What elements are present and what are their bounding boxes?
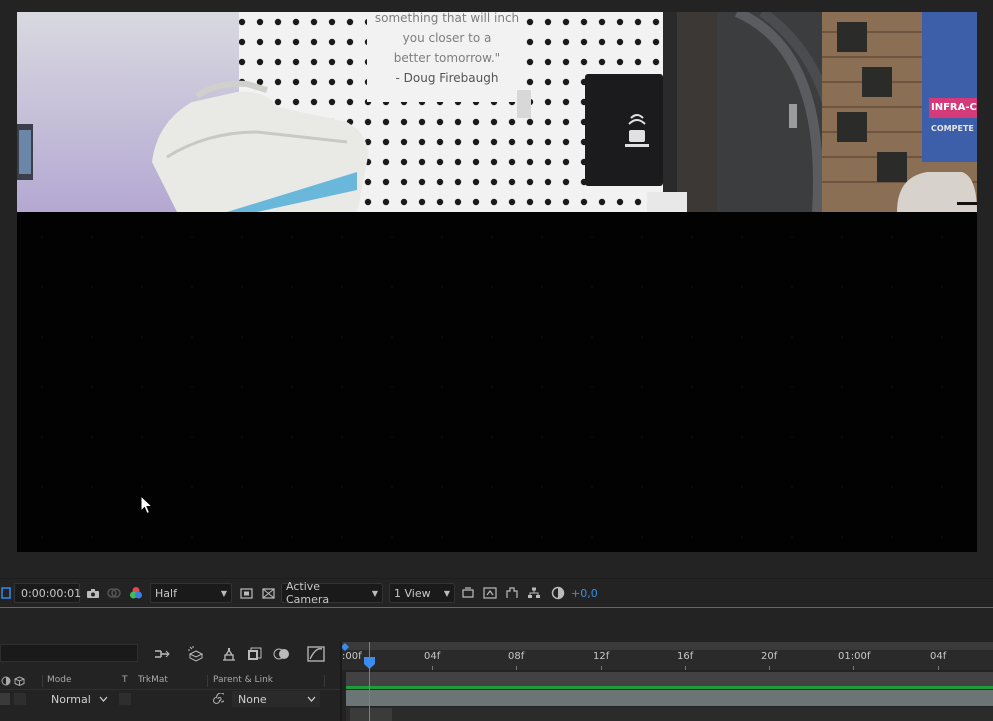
- view-layout-value: 1 View: [394, 586, 431, 600]
- ruler-label: 04f: [424, 651, 441, 662]
- composition-viewer[interactable]: something that will inch you closer to a…: [0, 0, 993, 578]
- ruler-tick: [853, 666, 854, 670]
- ruler-tick: [432, 666, 433, 670]
- panel-divider[interactable]: [340, 642, 342, 721]
- toggle-pixel-aspect-icon[interactable]: [459, 583, 477, 603]
- resolution-value: Half: [155, 586, 177, 600]
- blend-mode-value: Normal: [51, 692, 91, 706]
- layer-columns-header: Mode T TrkMat Parent & Link: [0, 673, 340, 690]
- snapshot-camera-icon[interactable]: [84, 583, 102, 603]
- chevron-down-icon: ▼: [443, 588, 450, 598]
- quote-author: - Doug Firebaugh: [395, 71, 499, 85]
- column-separator: [42, 675, 43, 687]
- flowchart-icon[interactable]: [525, 583, 543, 603]
- viewer-toolbar: 0:00:00:01 Half ▼ Active Camera ▼ 1 View…: [0, 579, 993, 608]
- solo-column-icon[interactable]: [1, 676, 11, 686]
- mouse-cursor-icon: [140, 495, 154, 515]
- ruler-tick: [601, 666, 602, 670]
- quote-line-1: something that will inch: [374, 12, 520, 25]
- 3d-layer-column-icon[interactable]: [14, 676, 25, 686]
- chevron-down-icon: ▼: [371, 588, 378, 598]
- work-area-bar[interactable]: [342, 642, 993, 650]
- render-cache-indicator: [346, 686, 993, 689]
- exposure-icon[interactable]: [549, 583, 567, 603]
- ruler-label: 12f: [593, 651, 610, 662]
- quote-text: something that will inch you closer to a…: [372, 12, 522, 88]
- exposure-value[interactable]: +0,0: [571, 583, 598, 603]
- mode-column-header[interactable]: Mode: [47, 675, 72, 685]
- draft-3d-icon[interactable]: [186, 644, 206, 664]
- empty-composition-area: [17, 212, 977, 552]
- resolution-dropdown[interactable]: Half ▼: [150, 583, 232, 603]
- current-time-field[interactable]: 0:00:00:01: [14, 583, 81, 603]
- current-time-indicator-line[interactable]: [369, 642, 370, 721]
- transparency-grid-icon[interactable]: [259, 583, 277, 603]
- chevron-down-icon: [99, 696, 108, 702]
- parent-value: None: [238, 692, 267, 706]
- layer-switch-box[interactable]: [0, 693, 10, 705]
- layer-switch-box[interactable]: [14, 693, 26, 705]
- footage-image: something that will inch you closer to a…: [17, 12, 977, 212]
- ruler-label: 08f: [508, 651, 525, 662]
- ruler-tick: [685, 666, 686, 670]
- preserve-transparency-checkbox[interactable]: [119, 693, 131, 705]
- timeline-panel: :00f 04f 08f 12f 16f 20f 01:00f 04f Mode…: [0, 608, 993, 721]
- show-snapshot-icon[interactable]: [105, 583, 123, 603]
- trkmat-column-header[interactable]: TrkMat: [138, 675, 168, 685]
- banner-subtext: COMPETE: [931, 124, 974, 133]
- parent-link-column-header[interactable]: Parent & Link: [213, 675, 273, 685]
- reset-exposure-icon[interactable]: [503, 583, 521, 603]
- chevron-down-icon: [307, 696, 316, 702]
- ruler-tick: [938, 666, 939, 670]
- current-time-indicator-icon[interactable]: [363, 656, 376, 670]
- ruler-label: :00f: [342, 651, 362, 662]
- column-separator: [207, 675, 208, 687]
- chevron-down-icon: ▼: [220, 588, 227, 598]
- work-area-start-icon[interactable]: [341, 643, 349, 651]
- composition-frame[interactable]: something that will inch you closer to a…: [17, 12, 977, 552]
- ruler-label: 04f: [930, 651, 947, 662]
- layer-row[interactable]: Normal None: [0, 690, 340, 708]
- graph-editor-icon[interactable]: [306, 644, 326, 664]
- layer-search-input[interactable]: [0, 644, 138, 662]
- column-separator: [324, 675, 325, 687]
- empty-track-area: [346, 707, 993, 721]
- blend-mode-dropdown[interactable]: Normal: [44, 691, 112, 707]
- frame-blending-icon[interactable]: [245, 644, 265, 664]
- ruler-label: 01:00f: [838, 651, 871, 662]
- layer-duration-bar[interactable]: [346, 690, 993, 706]
- 3d-draft-icon[interactable]: [481, 583, 499, 603]
- camera-view-value: Active Camera: [286, 580, 330, 606]
- composition-duration-bar: [346, 672, 993, 686]
- fast-previews-icon[interactable]: [237, 583, 255, 603]
- view-layout-dropdown[interactable]: 1 View ▼: [389, 583, 455, 603]
- hide-shy-layers-icon[interactable]: [219, 644, 239, 664]
- region-of-interest-icon[interactable]: [0, 583, 12, 603]
- banner-text: INFRA-C: [931, 102, 977, 113]
- t-column-header[interactable]: T: [122, 675, 128, 685]
- track-block: [350, 708, 392, 721]
- motion-blur-icon[interactable]: [272, 644, 292, 664]
- ruler-label: 20f: [761, 651, 778, 662]
- camera-view-dropdown[interactable]: Active Camera ▼: [281, 580, 383, 606]
- ruler-tick: [769, 666, 770, 670]
- quote-line-2: you closer to a: [402, 31, 492, 45]
- parent-dropdown[interactable]: None: [232, 691, 320, 707]
- composition-mini-flowchart-icon[interactable]: [152, 644, 172, 664]
- pick-whip-icon[interactable]: [212, 693, 224, 705]
- ruler-tick: [516, 666, 517, 670]
- ruler-label: 16f: [677, 651, 694, 662]
- color-channels-icon[interactable]: [127, 583, 145, 603]
- quote-line-3: better tomorrow.": [393, 51, 501, 65]
